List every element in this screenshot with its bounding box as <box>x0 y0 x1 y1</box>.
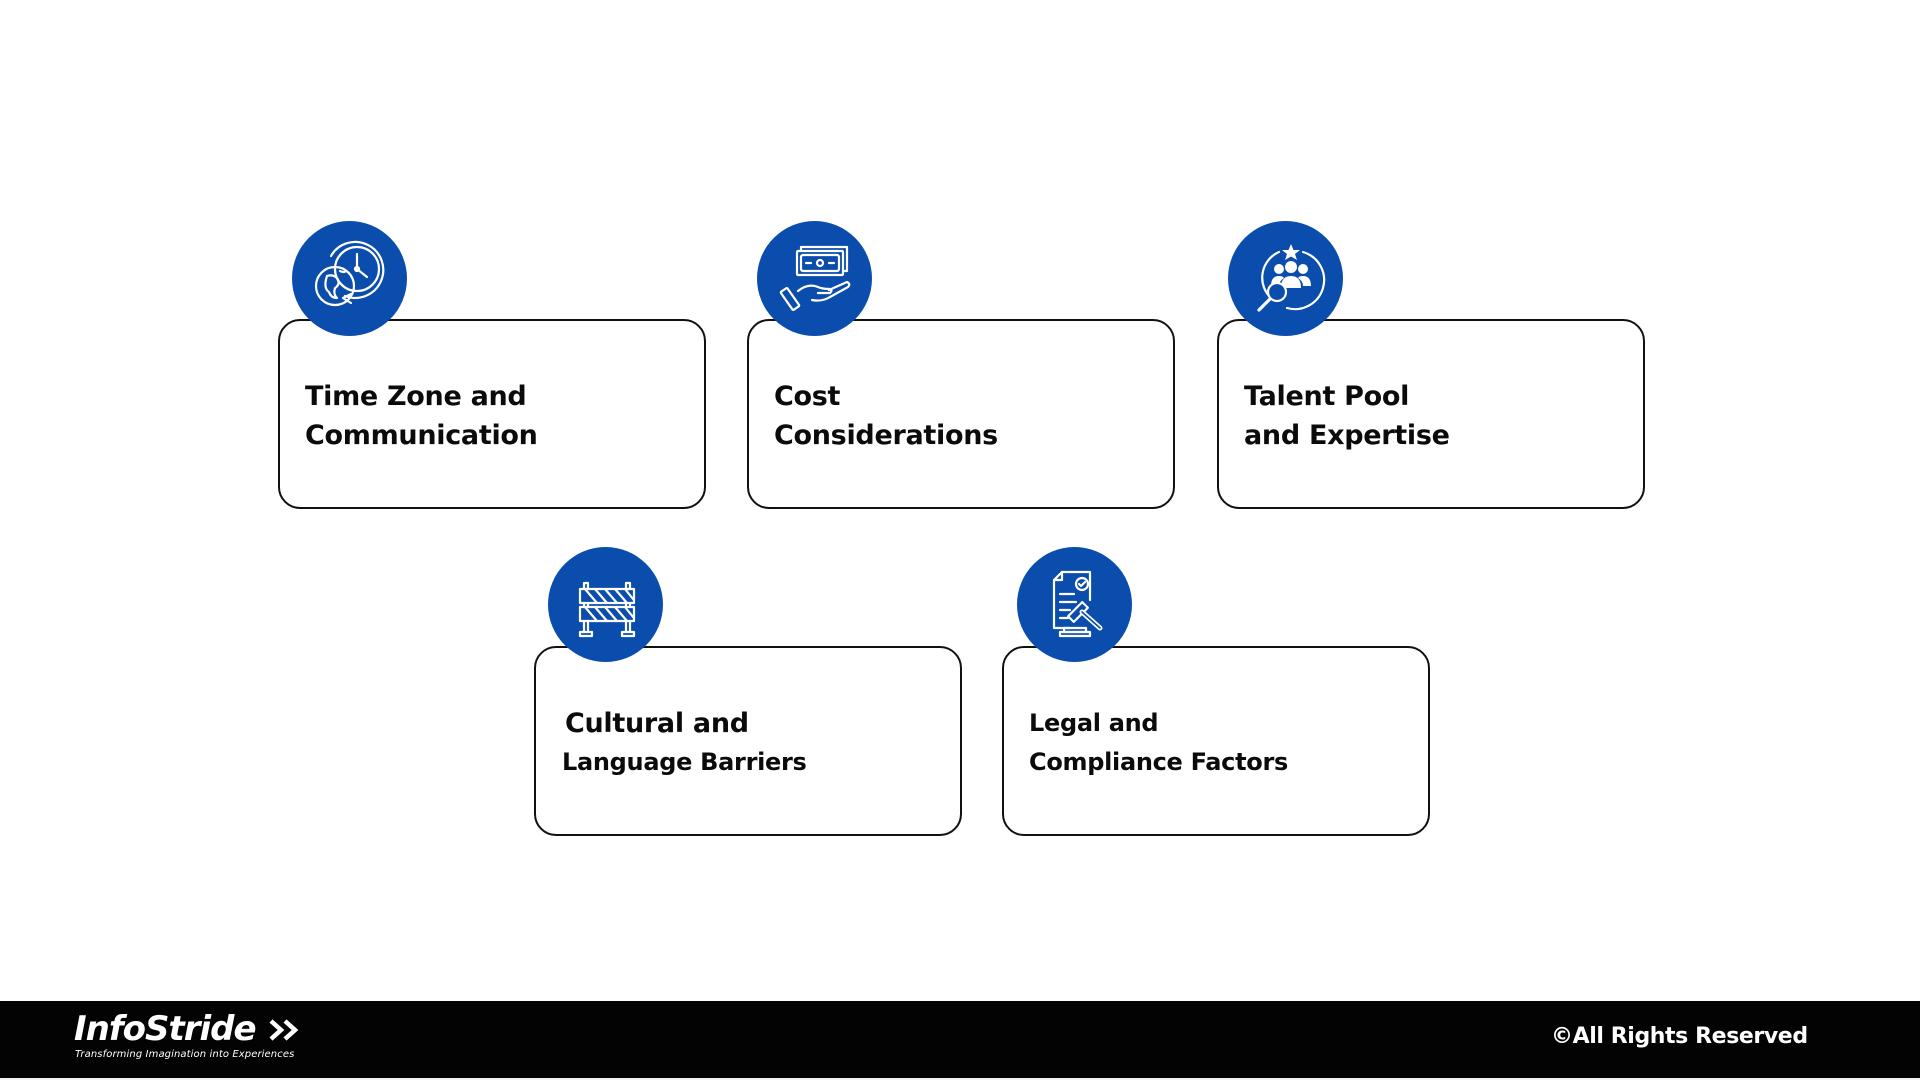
card-legal-compliance: Legal and Compliance Factors <box>1002 646 1430 836</box>
card-title: Talent Pool and Expertise <box>1244 377 1450 455</box>
money-hand-icon <box>757 221 872 336</box>
legal-gavel-icon-glyph <box>1052 570 1102 637</box>
double-chevron-right-icon <box>269 1019 299 1041</box>
card-title-line: Cost <box>774 381 841 412</box>
card-title-line: Cultural and <box>565 708 749 739</box>
card-talent-pool: Talent Pool and Expertise <box>1217 319 1645 509</box>
card-title-line: Legal and <box>1029 709 1159 737</box>
card-title-line: and Expertise <box>1244 420 1450 451</box>
globe-clock-icon <box>292 221 407 336</box>
globe-clock-icon-glyph <box>314 240 384 306</box>
card-time-zone: Time Zone and Communication <box>278 319 706 509</box>
talent-search-icon <box>1228 221 1343 336</box>
card-title: Cultural and Language Barriers <box>562 704 807 782</box>
barrier-icon-glyph <box>578 581 635 637</box>
money-hand-icon-glyph <box>779 245 850 311</box>
card-title: Cost Considerations <box>774 377 998 455</box>
card-title: Legal and Compliance Factors <box>1029 704 1288 782</box>
brand-tagline: Transforming Imagination into Experience… <box>75 1049 295 1060</box>
talent-search-icon-glyph <box>1256 243 1325 312</box>
barrier-icon <box>548 547 663 662</box>
infostride-logo: InfoStride Transforming Imagination into… <box>74 1009 302 1060</box>
card-title-line: Language Barriers <box>562 748 807 776</box>
legal-gavel-icon <box>1017 547 1132 662</box>
card-title-line: Talent Pool <box>1244 381 1410 412</box>
copyright-text: ©All Rights Reserved <box>1551 1024 1808 1049</box>
card-cultural-language: Cultural and Language Barriers <box>534 646 962 836</box>
card-cost: Cost Considerations <box>747 319 1175 509</box>
footer: InfoStride Transforming Imagination into… <box>0 1001 1920 1078</box>
card-title-line: Time Zone and <box>305 381 527 412</box>
card-title-line: Considerations <box>774 420 998 451</box>
card-title-line: Compliance Factors <box>1029 748 1288 776</box>
card-title-line: Communication <box>305 420 538 451</box>
card-title: Time Zone and Communication <box>305 377 538 455</box>
brand-name: InfoStride <box>74 1009 257 1049</box>
